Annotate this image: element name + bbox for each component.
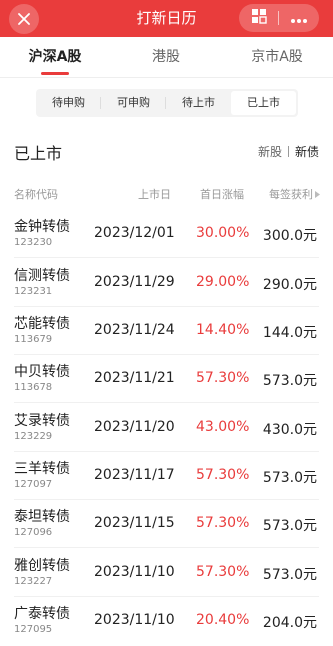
column-header-name: 名称代码 (14, 188, 58, 201)
first-day-gain: 57.30% (196, 467, 250, 483)
listing-date: 2023/11/24 (94, 322, 175, 338)
table-row[interactable]: 芯能转债 113679 2023/11/24 14.40% 144.0元 (0, 307, 333, 355)
profit-per-lot: 430.0元 (262, 422, 317, 438)
column-header-profit[interactable]: 每签获利 (269, 186, 320, 202)
section-title: 已上市 (14, 144, 63, 163)
row-divider (14, 257, 319, 258)
bond-name: 泰坦转债 (14, 509, 70, 525)
profit-per-lot: 573.0元 (262, 567, 317, 583)
bond-name: 雅创转债 (14, 558, 70, 574)
tab-label: 京市A股 (251, 49, 303, 65)
sort-arrow-icon (315, 188, 320, 201)
active-tab-indicator (41, 72, 69, 75)
listing-date: 2023/11/20 (94, 419, 175, 435)
market-tabs: 沪深A股 港股 京市A股 (0, 37, 333, 78)
bond-code: 123227 (14, 576, 53, 587)
table-row[interactable]: 中贝转债 113678 2023/11/21 57.30% 573.0元 (0, 355, 333, 403)
first-day-gain: 57.30% (196, 564, 250, 580)
tab-label: 港股 (152, 49, 180, 65)
profit-per-lot: 204.0元 (262, 615, 317, 631)
bond-name: 三羊转债 (14, 461, 70, 477)
bond-code: 127096 (14, 527, 53, 538)
segment-pending-subscribe[interactable]: 待申购 (36, 91, 101, 115)
header-capsule (239, 4, 319, 32)
first-day-gain: 20.40% (196, 612, 250, 628)
first-day-gain: 43.00% (196, 419, 250, 435)
bond-name: 中贝转债 (14, 364, 70, 380)
segment-label: 待上市 (182, 96, 215, 109)
filter-divider (287, 146, 289, 157)
listing-date: 2023/11/15 (94, 515, 175, 531)
segment-label: 已上市 (247, 96, 280, 109)
table-row[interactable]: 广泰转债 127095 2023/11/10 20.40% 204.0元 (0, 597, 333, 645)
tab-label: 沪深A股 (28, 49, 82, 65)
table-row[interactable]: 金钟转债 123230 2023/12/01 30.00% 300.0元 (0, 210, 333, 258)
grid-button[interactable] (239, 4, 278, 32)
profit-per-lot: 573.0元 (262, 518, 317, 534)
header-bar: 打新日历 (0, 0, 333, 37)
bond-code: 113678 (14, 382, 53, 393)
close-icon (18, 10, 30, 29)
bond-code: 127095 (14, 624, 53, 635)
table-row[interactable]: 雅创转债 123227 2023/11/10 57.30% 573.0元 (0, 549, 333, 597)
profit-per-lot: 290.0元 (262, 277, 317, 293)
tab-hushen-a[interactable]: 沪深A股 (0, 37, 110, 77)
listing-date: 2023/11/17 (94, 467, 175, 483)
column-header-first-day-gain[interactable]: 首日涨幅 (200, 186, 244, 202)
profit-per-lot: 300.0元 (262, 228, 317, 244)
stock-bond-filter: 新股 新债 (258, 143, 319, 160)
listing-date: 2023/11/21 (94, 370, 175, 386)
table-row[interactable]: 三羊转债 127097 2023/11/17 57.30% 573.0元 (0, 452, 333, 500)
bond-code: 123229 (14, 431, 53, 442)
bond-name: 信测转债 (14, 268, 70, 284)
row-divider (14, 402, 319, 403)
first-day-gain: 57.30% (196, 370, 250, 386)
profit-per-lot: 144.0元 (262, 325, 317, 341)
tab-beijing-a[interactable]: 京市A股 (222, 37, 332, 77)
profit-per-lot: 573.0元 (262, 470, 317, 486)
bond-name: 金钟转债 (14, 219, 70, 235)
listing-date: 2023/11/10 (94, 612, 175, 628)
listing-date: 2023/11/10 (94, 564, 175, 580)
bond-code: 123230 (14, 237, 53, 248)
bond-name: 艾录转债 (14, 413, 70, 429)
close-button[interactable] (9, 4, 39, 34)
segment-label: 待申购 (52, 96, 85, 109)
bond-code: 127097 (14, 479, 53, 490)
tab-hk[interactable]: 港股 (111, 37, 221, 77)
segment-listed[interactable]: 已上市 (231, 91, 296, 115)
column-header-profit-label: 每签获利 (269, 188, 313, 201)
column-header-listing-date: 上市日 (138, 188, 171, 201)
row-divider (14, 547, 319, 548)
first-day-gain: 30.00% (196, 225, 250, 241)
listing-date: 2023/11/29 (94, 274, 175, 290)
grid-icon (251, 8, 267, 28)
profit-per-lot: 573.0元 (262, 373, 317, 389)
table-row[interactable]: 泰坦转债 127096 2023/11/15 57.30% 573.0元 (0, 500, 333, 548)
table-row[interactable]: 信测转债 123231 2023/11/29 29.00% 290.0元 (0, 259, 333, 307)
bond-name: 广泰转债 (14, 606, 70, 622)
status-segmented-control: 待申购 可申购 待上市 已上市 (36, 89, 298, 117)
bond-code: 113679 (14, 334, 53, 345)
bond-code: 123231 (14, 286, 53, 297)
first-day-gain: 29.00% (196, 274, 250, 290)
filter-new-stock[interactable]: 新股 (258, 143, 282, 160)
more-icon (290, 9, 308, 28)
segment-label: 可申购 (117, 96, 150, 109)
first-day-gain: 14.40% (196, 322, 250, 338)
listing-date: 2023/12/01 (94, 225, 175, 241)
segment-pending-listing[interactable]: 待上市 (166, 91, 231, 115)
first-day-gain: 57.30% (196, 515, 250, 531)
segment-subscribable[interactable]: 可申购 (101, 91, 166, 115)
table-row[interactable]: 艾录转债 123229 2023/11/20 43.00% 430.0元 (0, 404, 333, 452)
filter-new-bond[interactable]: 新债 (295, 143, 319, 160)
more-button[interactable] (279, 4, 318, 32)
bond-name: 芯能转债 (14, 316, 70, 332)
